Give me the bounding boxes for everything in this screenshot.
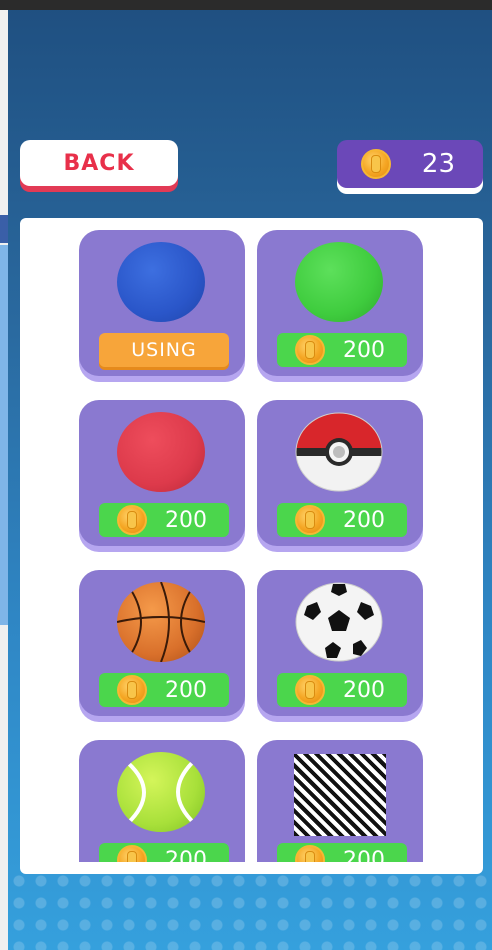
shop-item-pokeball[interactable]: 200 <box>257 400 423 546</box>
using-badge: USING <box>99 333 229 367</box>
price-label: 200 <box>165 507 207 533</box>
shop-item-tennis-ball[interactable]: 200 <box>79 740 245 862</box>
price-label: 200 <box>343 677 385 703</box>
red-ball-icon <box>117 412 205 492</box>
coin-balance: 23 <box>337 140 483 188</box>
background-pattern <box>8 870 492 950</box>
shop-item-blue[interactable]: USING <box>79 230 245 376</box>
shop-panel: USING 200 200 200 200 200 200 200 <box>20 218 483 874</box>
shop-grid[interactable]: USING 200 200 200 200 200 200 200 <box>20 218 483 862</box>
coin-icon <box>117 505 147 535</box>
price-label: 200 <box>165 847 207 863</box>
basketball-icon <box>117 582 205 662</box>
shop-item-basketball[interactable]: 200 <box>79 570 245 716</box>
shop-item-green[interactable]: 200 <box>257 230 423 376</box>
price-label: 200 <box>343 337 385 363</box>
coin-icon <box>117 845 147 862</box>
buy-button[interactable]: 200 <box>99 673 229 707</box>
pokeball-icon <box>295 412 383 492</box>
coin-count: 23 <box>421 149 455 179</box>
coin-icon <box>295 675 325 705</box>
back-button[interactable]: BACK <box>20 140 178 186</box>
coin-icon <box>295 505 325 535</box>
buy-button[interactable]: 200 <box>277 333 407 367</box>
tennis-ball-icon <box>117 752 205 832</box>
price-label: 200 <box>165 677 207 703</box>
buy-button[interactable]: 200 <box>277 503 407 537</box>
buy-button[interactable]: 200 <box>99 503 229 537</box>
soccer-ball-icon <box>295 582 383 662</box>
back-button-label: BACK <box>63 150 135 176</box>
buy-button[interactable]: 200 <box>99 843 229 862</box>
buy-button[interactable]: 200 <box>277 673 407 707</box>
buy-button[interactable]: 200 <box>277 843 407 862</box>
coin-icon <box>117 675 147 705</box>
shop-item-red[interactable]: 200 <box>79 400 245 546</box>
left-window-edge <box>0 10 8 950</box>
system-top-bar <box>0 0 492 10</box>
coin-icon <box>295 845 325 862</box>
shop-item-striped[interactable]: 200 <box>257 740 423 862</box>
price-label: 200 <box>343 507 385 533</box>
coin-icon <box>361 149 391 179</box>
green-ball-icon <box>295 242 383 322</box>
blue-ball-icon <box>117 242 205 322</box>
striped-pattern-icon <box>294 754 386 836</box>
price-label: 200 <box>343 847 385 863</box>
shop-item-soccer-ball[interactable]: 200 <box>257 570 423 716</box>
coin-icon <box>295 335 325 365</box>
